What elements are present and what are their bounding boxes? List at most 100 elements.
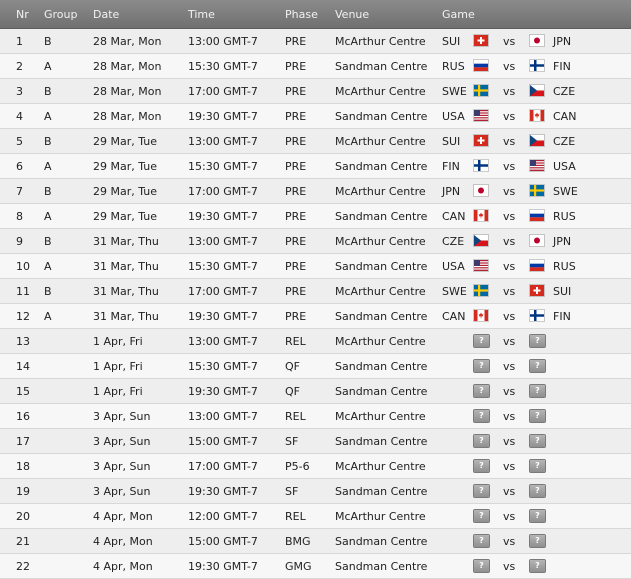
game-time: 19:30 GMT-7	[188, 385, 258, 398]
unknown-team-icon: ?	[474, 410, 489, 422]
game-phase: PRE	[285, 85, 307, 98]
unknown-team-icon: ?	[474, 360, 489, 372]
unknown-team-icon: ?	[530, 410, 545, 422]
table-row[interactable]: 7 B 29 Mar, Tue 17:00 GMT-7 PRE McArthur Cent…	[0, 179, 631, 204]
header-nr[interactable]: Nr	[16, 0, 29, 29]
table-row[interactable]: 10 A 31 Mar, Thu 15:30 GMT-7 PRE Sandman Cent…	[0, 254, 631, 279]
table-row[interactable]: 12 A 31 Mar, Thu 19:30 GMT-7 PRE Sandman Cent…	[0, 304, 631, 329]
away-team: JPN	[553, 35, 572, 48]
game-phase: PRE	[285, 135, 307, 148]
header-date[interactable]: Date	[93, 0, 119, 29]
header-group[interactable]: Group	[44, 0, 78, 29]
home-flag-icon	[474, 185, 488, 196]
versus-label: vs	[503, 135, 516, 148]
away-flag-icon	[530, 185, 544, 196]
game-phase: PRE	[285, 35, 307, 48]
home-flag-icon	[474, 285, 488, 296]
game-phase: PRE	[285, 110, 307, 123]
table-row[interactable]: 5 B 29 Mar, Tue 13:00 GMT-7 PRE McArthur Cent…	[0, 129, 631, 154]
table-row[interactable]: 13 1 Apr, Fri 13:00 GMT-7 REL McArthur Centr…	[0, 329, 631, 354]
game-number: 9	[16, 235, 23, 248]
game-time: 19:30 GMT-7	[188, 560, 258, 573]
versus-label: vs	[503, 185, 516, 198]
away-flag-icon	[530, 35, 544, 46]
game-venue: Sandman Centre	[335, 110, 428, 123]
away-flag-icon	[530, 310, 544, 321]
game-number: 19	[16, 485, 30, 498]
versus-label: vs	[503, 210, 516, 223]
game-group: A	[44, 60, 52, 73]
game-number: 7	[16, 185, 23, 198]
header-venue[interactable]: Venue	[335, 0, 369, 29]
game-venue: McArthur Centre	[335, 85, 426, 98]
game-date: 3 Apr, Sun	[93, 435, 151, 448]
away-team: FIN	[553, 60, 571, 73]
game-date: 3 Apr, Sun	[93, 485, 151, 498]
game-group: B	[44, 35, 52, 48]
game-time: 17:00 GMT-7	[188, 185, 258, 198]
table-row[interactable]: 21 4 Apr, Mon 15:00 GMT-7 BMG Sandman Centre…	[0, 529, 631, 554]
unknown-team-icon: ?	[474, 535, 489, 547]
game-phase: PRE	[285, 185, 307, 198]
game-date: 4 Apr, Mon	[93, 560, 153, 573]
table-row[interactable]: 4 A 28 Mar, Mon 19:30 GMT-7 PRE Sandman Centr…	[0, 104, 631, 129]
game-group: B	[44, 135, 52, 148]
game-group: B	[44, 85, 52, 98]
away-flag-icon	[530, 235, 544, 246]
header-phase[interactable]: Phase	[285, 0, 318, 29]
game-time: 13:00 GMT-7	[188, 235, 258, 248]
game-venue: McArthur Centre	[335, 335, 426, 348]
table-row[interactable]: 11 B 31 Mar, Thu 17:00 GMT-7 PRE McArthur Cen…	[0, 279, 631, 304]
away-team: SUI	[553, 285, 572, 298]
table-row[interactable]: 6 A 29 Mar, Tue 15:30 GMT-7 PRE Sandman Centr…	[0, 154, 631, 179]
away-team: CZE	[553, 135, 576, 148]
game-number: 6	[16, 160, 23, 173]
home-flag-icon	[474, 160, 488, 171]
game-time: 15:00 GMT-7	[188, 535, 258, 548]
table-row[interactable]: 14 1 Apr, Fri 15:30 GMT-7 QF Sandman Centre?…	[0, 354, 631, 379]
unknown-team-icon: ?	[474, 485, 489, 497]
table-row[interactable]: 15 1 Apr, Fri 19:30 GMT-7 QF Sandman Centre?…	[0, 379, 631, 404]
game-time: 15:00 GMT-7	[188, 435, 258, 448]
table-row[interactable]: 8 A 29 Mar, Tue 19:30 GMT-7 PRE Sandman Centr…	[0, 204, 631, 229]
home-team: SUI	[442, 135, 461, 148]
table-row[interactable]: 16 3 Apr, Sun 13:00 GMT-7 REL McArthur Centr…	[0, 404, 631, 429]
table-row[interactable]: 19 3 Apr, Sun 19:30 GMT-7 SF Sandman Centre?…	[0, 479, 631, 504]
table-row[interactable]: 18 3 Apr, Sun 17:00 GMT-7 P5-6 McArthur Cent…	[0, 454, 631, 479]
game-venue: Sandman Centre	[335, 360, 428, 373]
table-row[interactable]: 3 B 28 Mar, Mon 17:00 GMT-7 PRE McArthur Cent…	[0, 79, 631, 104]
table-row[interactable]: 20 4 Apr, Mon 12:00 GMT-7 REL McArthur Centr…	[0, 504, 631, 529]
game-time: 17:00 GMT-7	[188, 85, 258, 98]
game-time: 17:00 GMT-7	[188, 285, 258, 298]
table-row[interactable]: 22 4 Apr, Mon 19:30 GMT-7 GMG Sandman Centre…	[0, 554, 631, 579]
schedule-table: Nr Group Date Time Phase Venue Game 1 B 28…	[0, 0, 631, 579]
game-date: 3 Apr, Sun	[93, 410, 151, 423]
unknown-team-icon: ?	[530, 560, 545, 572]
header-time[interactable]: Time	[188, 0, 215, 29]
versus-label: vs	[503, 435, 516, 448]
versus-label: vs	[503, 510, 516, 523]
table-row[interactable]: 17 3 Apr, Sun 15:00 GMT-7 SF Sandman Centre?…	[0, 429, 631, 454]
game-venue: Sandman Centre	[335, 435, 428, 448]
game-time: 12:00 GMT-7	[188, 510, 258, 523]
game-venue: Sandman Centre	[335, 160, 428, 173]
table-body: 1 B 28 Mar, Mon 13:00 GMT-7 PRE McArthur Cent…	[0, 29, 631, 579]
game-date: 4 Apr, Mon	[93, 535, 153, 548]
table-row[interactable]: 1 B 28 Mar, Mon 13:00 GMT-7 PRE McArthur Cent…	[0, 29, 631, 54]
home-flag-icon	[474, 260, 488, 271]
game-group: B	[44, 285, 52, 298]
header-game[interactable]: Game	[442, 0, 475, 29]
home-flag-icon	[474, 235, 488, 246]
table-row[interactable]: 2 A 28 Mar, Mon 15:30 GMT-7 PRE Sandman Centr…	[0, 54, 631, 79]
game-venue: Sandman Centre	[335, 210, 428, 223]
away-team: RUS	[553, 210, 576, 223]
away-flag-icon	[530, 210, 544, 221]
unknown-team-icon: ?	[530, 385, 545, 397]
home-flag-icon	[474, 60, 488, 71]
game-phase: PRE	[285, 260, 307, 273]
table-row[interactable]: 9 B 31 Mar, Thu 13:00 GMT-7 PRE McArthur Cent…	[0, 229, 631, 254]
home-flag-icon	[474, 85, 488, 96]
away-team: CAN	[553, 110, 577, 123]
game-venue: Sandman Centre	[335, 485, 428, 498]
game-phase: QF	[285, 360, 300, 373]
